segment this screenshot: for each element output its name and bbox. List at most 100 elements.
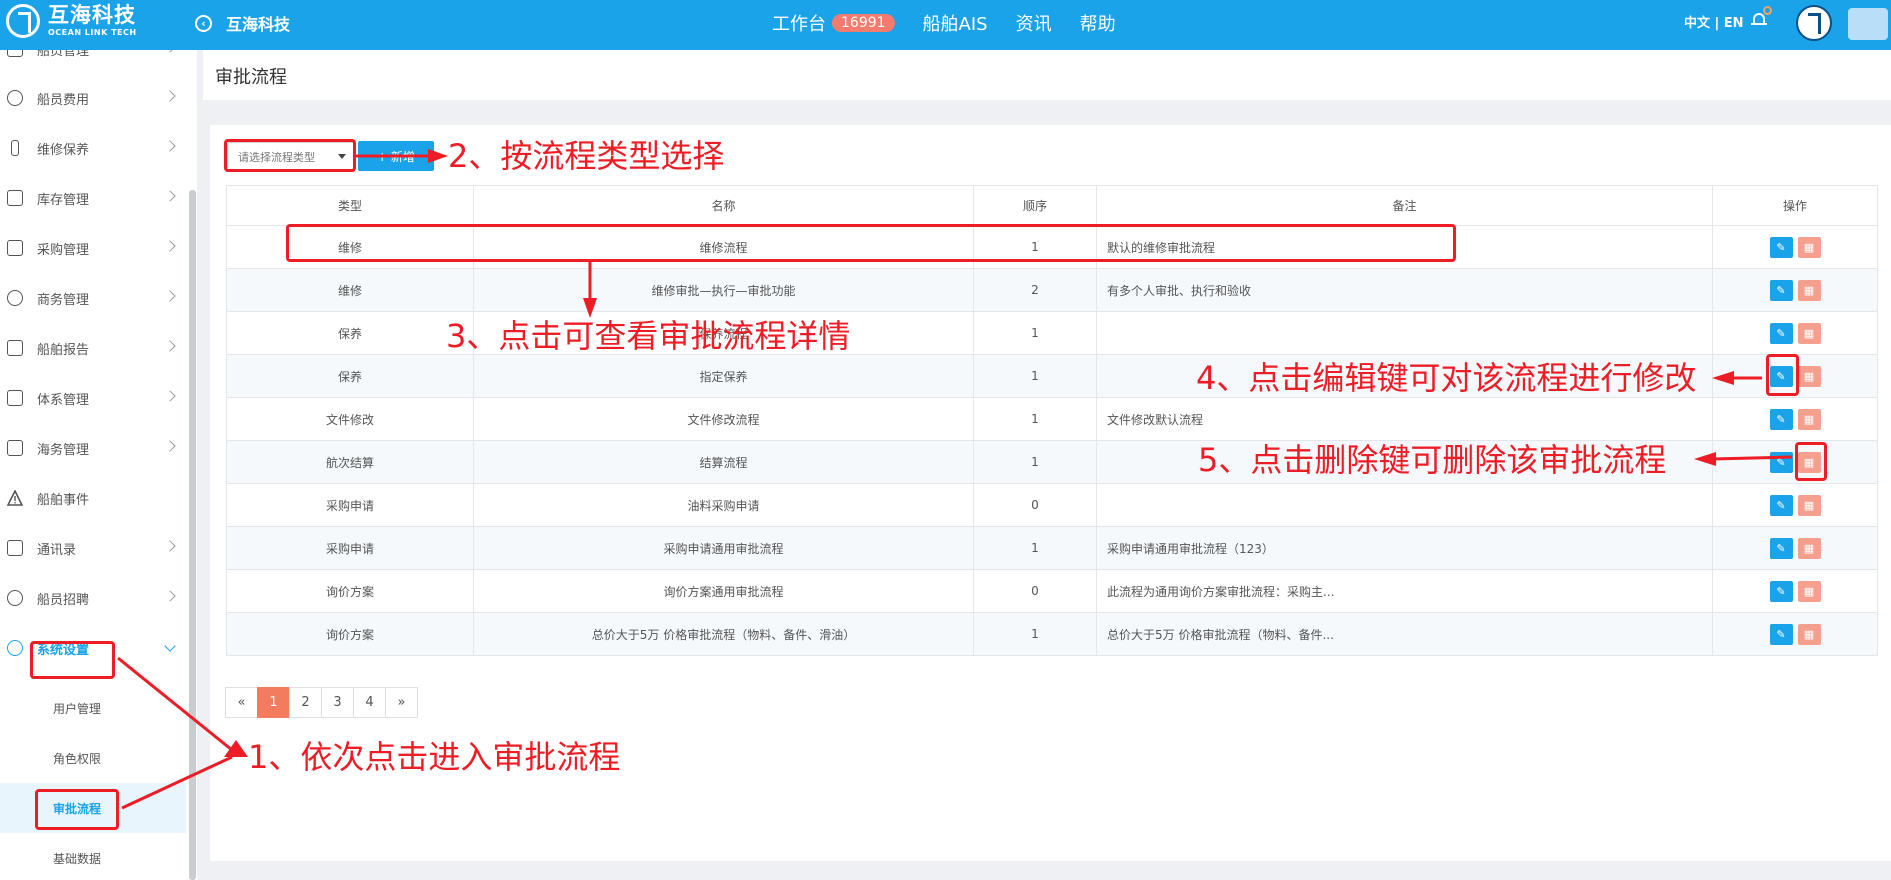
edit-button[interactable]: ✎ xyxy=(1769,279,1793,301)
back-label: 互海科技 xyxy=(226,15,291,34)
cell-name: 指定保养 xyxy=(473,354,974,398)
delete-button[interactable]: ▦ xyxy=(1797,623,1821,645)
edit-button[interactable]: ✎ xyxy=(1769,408,1793,430)
table-row[interactable]: 维修 维修审批—执行—审批功能 2 有多个人审批、执行和验收 ✎ ▦ xyxy=(226,268,1878,312)
cell-order: 1 xyxy=(973,397,1097,441)
calendar-icon xyxy=(7,340,23,356)
trash-icon: ▦ xyxy=(1803,498,1815,512)
page-button[interactable]: 2 xyxy=(289,687,322,718)
nav-workbench[interactable]: 工作台 16991 xyxy=(772,10,895,36)
annotation-box-edit xyxy=(1766,354,1799,396)
cell-order: 1 xyxy=(973,354,1097,398)
table-row[interactable]: 文件修改 文件修改流程 1 文件修改默认流程 ✎ ▦ xyxy=(226,397,1878,441)
page-title: 审批流程 xyxy=(203,50,1891,100)
edit-button[interactable]: ✎ xyxy=(1769,494,1793,516)
cell-actions: ✎ ▦ xyxy=(1712,311,1878,355)
trash-icon: ▦ xyxy=(1803,283,1815,297)
cell-order: 2 xyxy=(973,268,1097,312)
page-button[interactable]: 4 xyxy=(353,687,386,718)
sidebar-item-contacts[interactable]: 通讯录 xyxy=(0,523,186,573)
delete-button[interactable]: ▦ xyxy=(1797,236,1821,258)
sidebar-subitem-base-data[interactable]: 基础数据 xyxy=(0,833,186,880)
sidebar-item-crew-cost[interactable]: 船员费用 xyxy=(0,73,186,123)
cell-note: 有多个人审批、执行和验收 xyxy=(1096,268,1713,312)
cell-actions: ✎ ▦ xyxy=(1712,397,1878,441)
cell-note: 总价大于5万 价格审批流程（物料、备件... xyxy=(1096,612,1713,656)
edit-button[interactable]: ✎ xyxy=(1769,236,1793,258)
recruit-icon xyxy=(7,590,23,606)
chevron-right-icon xyxy=(164,590,176,602)
delete-button[interactable]: ▦ xyxy=(1797,494,1821,516)
annotation-step-1: 1、依次点击进入审批流程 xyxy=(248,738,621,776)
column-header: 操作 xyxy=(1712,185,1878,226)
sidebar-item-incidents[interactable]: 船舶事件 xyxy=(0,473,186,523)
sidebar-item-recruit[interactable]: 船员招聘 xyxy=(0,573,186,623)
cell-actions: ✎ ▦ xyxy=(1712,612,1878,656)
nav-help[interactable]: 帮助 xyxy=(1080,10,1116,36)
sidebar-scrollbar[interactable] xyxy=(189,190,196,880)
cell-name: 维修审批—执行—审批功能 xyxy=(473,268,974,312)
delete-button[interactable]: ▦ xyxy=(1797,408,1821,430)
chevron-right-icon xyxy=(164,540,176,552)
menu-toggle-icon[interactable] xyxy=(1848,8,1888,40)
cell-order: 0 xyxy=(973,569,1097,613)
sidebar-item-label: 库存管理 xyxy=(37,192,90,208)
cell-note xyxy=(1096,483,1713,527)
annotation-box-row xyxy=(286,224,1456,262)
sidebar-item-business[interactable]: 商务管理 xyxy=(0,273,186,323)
sidebar-item-inventory[interactable]: 库存管理 xyxy=(0,173,186,223)
chevron-right-icon xyxy=(164,340,176,352)
table-row[interactable]: 询价方案 总价大于5万 价格审批流程（物料、备件、滑油） 1 总价大于5万 价格审批流… xyxy=(226,612,1878,656)
delete-button[interactable]: ▦ xyxy=(1797,580,1821,602)
page-next-button[interactable]: » xyxy=(385,687,418,718)
pencil-icon: ✎ xyxy=(1776,412,1786,426)
edit-button[interactable]: ✎ xyxy=(1769,580,1793,602)
pencil-icon: ✎ xyxy=(1776,240,1786,254)
pencil-icon: ✎ xyxy=(1776,498,1786,512)
sidebar-subitem-users[interactable]: 用户管理 xyxy=(0,683,186,733)
annotation-box-delete xyxy=(1795,442,1827,481)
table-row[interactable]: 采购申请 油料采购申请 0 ✎ ▦ xyxy=(226,483,1878,527)
trash-icon: ▦ xyxy=(1803,240,1815,254)
delete-button[interactable]: ▦ xyxy=(1797,279,1821,301)
page-button[interactable]: 3 xyxy=(321,687,354,718)
bell-icon[interactable] xyxy=(1751,6,1772,28)
column-header: 类型 xyxy=(226,185,474,226)
delete-button[interactable]: ▦ xyxy=(1797,537,1821,559)
brand-logo[interactable]: 互海科技 OCEAN LINK TECH xyxy=(6,4,137,38)
user-group-icon xyxy=(7,50,23,57)
page-button-current[interactable]: 1 xyxy=(257,687,290,718)
cell-type: 维修 xyxy=(226,268,474,312)
language-switch[interactable]: 中文 | EN xyxy=(1684,12,1744,31)
delete-button[interactable]: ▦ xyxy=(1797,322,1821,344)
sidebar-item-crew[interactable]: 船员管理 xyxy=(0,50,186,74)
cell-note xyxy=(1096,311,1713,355)
table-row[interactable]: 采购申请 采购申请通用审批流程 1 采购申请通用审批流程（123） ✎ ▦ xyxy=(226,526,1878,570)
cell-name: 询价方案通用审批流程 xyxy=(473,569,974,613)
sidebar-item-system-mgmt[interactable]: 体系管理 xyxy=(0,373,186,423)
sidebar-item-maintenance[interactable]: 维修保养 xyxy=(0,123,186,173)
edit-button[interactable]: ✎ xyxy=(1769,451,1793,473)
edit-button[interactable]: ✎ xyxy=(1769,322,1793,344)
sidebar-subitem-roles[interactable]: 角色权限 xyxy=(0,733,186,783)
delete-button[interactable]: ▦ xyxy=(1797,365,1821,387)
cell-type: 采购申请 xyxy=(226,526,474,570)
edit-button[interactable]: ✎ xyxy=(1769,623,1793,645)
cell-note: 采购申请通用审批流程（123） xyxy=(1096,526,1713,570)
cell-name: 采购申请通用审批流程 xyxy=(473,526,974,570)
sidebar-item-marine[interactable]: 海务管理 xyxy=(0,423,186,473)
pencil-icon: ✎ xyxy=(1776,541,1786,555)
page-prev-button[interactable]: « xyxy=(225,687,258,718)
edit-button[interactable]: ✎ xyxy=(1769,537,1793,559)
back-link[interactable]: ‹ 互海科技 xyxy=(195,11,290,35)
table-row[interactable]: 询价方案 询价方案通用审批流程 0 此流程为通用询价方案审批流程：采购主... ✎ ▦ xyxy=(226,569,1878,613)
column-header: 顺序 xyxy=(973,185,1097,226)
nav-news[interactable]: 资讯 xyxy=(1016,10,1052,36)
sidebar-item-procurement[interactable]: 采购管理 xyxy=(0,223,186,273)
column-header: 备注 xyxy=(1096,185,1713,226)
nav-ship-ais[interactable]: 船舶AIS xyxy=(923,10,988,36)
add-button[interactable]: + 新增 xyxy=(358,141,434,171)
cell-type: 询价方案 xyxy=(226,569,474,613)
avatar[interactable] xyxy=(1796,5,1832,41)
sidebar-item-ship-report[interactable]: 船舶报告 xyxy=(0,323,186,373)
